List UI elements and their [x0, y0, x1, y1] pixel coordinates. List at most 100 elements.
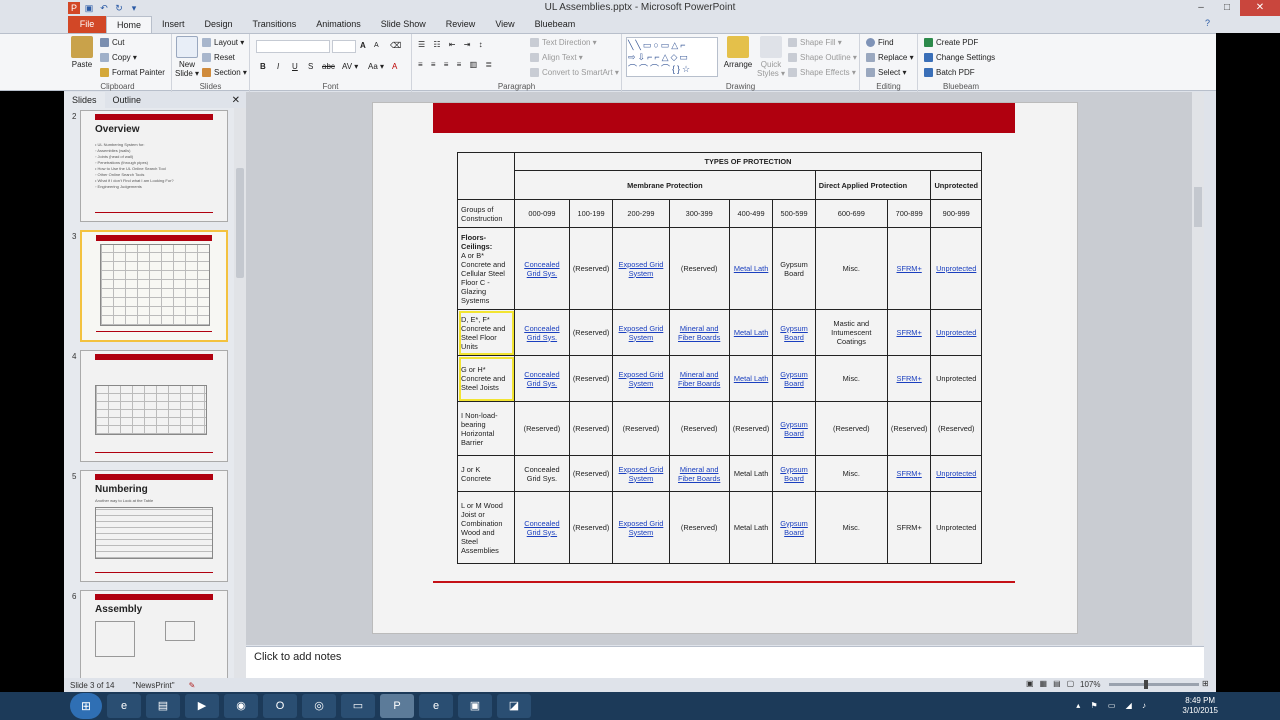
section-button[interactable]: Section ▾ — [202, 68, 247, 78]
internet-explorer-icon[interactable]: e — [107, 694, 141, 718]
table-cell[interactable]: SFRM+ — [886, 227, 932, 310]
tab-design[interactable]: Design — [195, 16, 243, 33]
table-link[interactable]: SFRM+ — [897, 374, 922, 383]
table-cell[interactable]: Concealed Grid Sys. — [514, 227, 570, 310]
table-cell[interactable]: Exposed Grid System — [612, 355, 670, 402]
table-link[interactable]: Metal Lath — [734, 374, 769, 383]
table-cell[interactable]: Gypsum Board — [772, 455, 816, 492]
copy-button[interactable]: Copy ▾ — [100, 53, 137, 63]
shapes-gallery[interactable]: ╲╲▭○▭△⌐ ⇨⇩⌐⌐△◇▭ ⌒⌒⌒⌒{}☆ — [626, 37, 718, 77]
outlook-icon[interactable]: O — [263, 694, 297, 718]
table-link[interactable]: Concealed Grid Sys. — [524, 370, 559, 388]
table-cell[interactable]: Metal Lath — [728, 309, 774, 356]
powerpoint-logo-icon[interactable]: P — [68, 2, 80, 14]
paste-button[interactable]: Paste — [68, 36, 96, 69]
table-cell[interactable]: Exposed Grid System — [612, 227, 670, 310]
undo-icon[interactable]: ↶ — [98, 2, 110, 14]
table-cell[interactable]: Mineral and Fiber Boards — [668, 355, 730, 402]
tab-file[interactable]: File — [68, 16, 106, 33]
layout-button[interactable]: Layout ▾ — [202, 38, 244, 48]
table-link[interactable]: Mineral and Fiber Boards — [678, 465, 720, 483]
help-icon[interactable]: ? — [1205, 18, 1210, 28]
table-cell[interactable]: SFRM+ — [886, 355, 932, 402]
panel-scroll-thumb[interactable] — [236, 168, 244, 278]
notes-pane[interactable]: Click to add notes — [246, 646, 1204, 678]
maximize-button[interactable]: □ — [1214, 0, 1240, 16]
zoom-slider[interactable] — [1109, 683, 1199, 686]
tab-outline[interactable]: Outline — [105, 92, 150, 108]
file-explorer-icon[interactable]: ▤ — [146, 694, 180, 718]
panel-scrollbar[interactable] — [234, 108, 246, 678]
minimize-button[interactable]: – — [1188, 0, 1214, 16]
table-link[interactable]: Concealed Grid Sys. — [524, 324, 559, 342]
table-cell[interactable]: Gypsum Board — [772, 309, 816, 356]
tab-insert[interactable]: Insert — [152, 16, 195, 33]
close-panel-icon[interactable]: ✕ — [232, 95, 240, 106]
clear-formatting-icon[interactable]: ⌫ — [390, 41, 401, 50]
slide-thumbnail[interactable] — [80, 350, 228, 462]
shadow-button[interactable]: S — [308, 62, 313, 71]
reset-button[interactable]: Reset — [202, 53, 235, 63]
table-cell[interactable]: Mineral and Fiber Boards — [668, 309, 730, 356]
change-settings-button[interactable]: Change Settings — [924, 53, 995, 63]
spellcheck-icon[interactable]: ✎ — [189, 681, 196, 690]
change-case-button[interactable]: Aa ▾ — [368, 62, 384, 71]
alignment-icons[interactable]: ≡ ≡ ≡ ≡ ▥ ≣ — [418, 60, 495, 69]
table-link[interactable]: Gypsum Board — [780, 420, 808, 438]
table-link[interactable]: Exposed Grid System — [619, 324, 664, 342]
tab-transitions[interactable]: Transitions — [243, 16, 307, 33]
table-link[interactable]: Unprotected — [936, 469, 976, 478]
table-link[interactable]: Mineral and Fiber Boards — [678, 370, 720, 388]
table-link[interactable]: SFRM+ — [897, 469, 922, 478]
table-cell[interactable]: Gypsum Board — [772, 491, 816, 564]
tab-home[interactable]: Home — [106, 16, 153, 33]
chrome-icon[interactable]: ◎ — [302, 694, 336, 718]
table-link[interactable]: Metal Lath — [734, 264, 769, 273]
table-link[interactable]: Exposed Grid System — [619, 519, 664, 537]
quick-styles-button[interactable]: Quick Styles ▾ — [756, 36, 786, 78]
app-icon[interactable]: ◪ — [497, 694, 531, 718]
table-cell[interactable]: Concealed Grid Sys. — [514, 491, 570, 564]
batch-pdf-button[interactable]: Batch PDF — [924, 68, 975, 78]
slide-thumbnail[interactable]: Overview • UL Numbering System for: ◦ As… — [80, 110, 228, 222]
align-text-button[interactable]: Align Text ▾ — [530, 53, 583, 63]
tab-slide-show[interactable]: Slide Show — [371, 16, 436, 33]
format-painter-button[interactable]: Format Painter — [100, 68, 165, 78]
start-button-icon[interactable]: ⊞ — [70, 693, 102, 719]
slide-scroll-thumb[interactable] — [1194, 187, 1202, 227]
tab-animations[interactable]: Animations — [306, 16, 371, 33]
table-link[interactable]: Concealed Grid Sys. — [524, 519, 559, 537]
table-cell[interactable]: Gypsum Board — [772, 355, 816, 402]
table-link[interactable]: Concealed Grid Sys. — [524, 260, 559, 278]
italic-button[interactable]: I — [277, 62, 279, 71]
close-button[interactable]: ✕ — [1240, 0, 1280, 16]
table-link[interactable]: Metal Lath — [734, 328, 769, 337]
system-tray-icons[interactable]: ▴ ⚑ ▭ ◢ ♪ — [1076, 701, 1150, 710]
app-icon[interactable]: ▣ — [458, 694, 492, 718]
zoom-slider-knob[interactable] — [1144, 680, 1148, 689]
save-icon[interactable]: ▣ — [83, 2, 95, 14]
text-direction-button[interactable]: Text Direction ▾ — [530, 38, 597, 48]
table-link[interactable]: SFRM+ — [897, 328, 922, 337]
customize-qat-icon[interactable]: ▾ — [128, 2, 140, 14]
firefox-icon[interactable]: ◉ — [224, 694, 258, 718]
table-cell[interactable]: SFRM+ — [886, 455, 932, 492]
table-link[interactable]: Exposed Grid System — [619, 260, 664, 278]
slide-thumbnail[interactable]: Numbering Another way to Look at the Tab… — [80, 470, 228, 582]
table-link[interactable]: Unprotected — [936, 328, 976, 337]
powerpoint-taskbar-icon[interactable]: P — [380, 694, 414, 718]
table-cell[interactable]: Unprotected — [930, 309, 982, 356]
underline-button[interactable]: U — [292, 62, 298, 71]
tab-bluebeam[interactable]: Bluebeam — [525, 16, 586, 33]
cut-button[interactable]: Cut — [100, 38, 124, 48]
tab-view[interactable]: View — [485, 16, 524, 33]
shrink-font-button[interactable]: A — [374, 42, 379, 49]
font-size-box[interactable] — [332, 40, 356, 53]
table-link[interactable]: Mineral and Fiber Boards — [678, 324, 720, 342]
shape-effects-button[interactable]: Shape Effects ▾ — [788, 68, 856, 78]
table-cell[interactable]: Exposed Grid System — [612, 491, 670, 564]
ul-types-of-protection-table[interactable]: TYPES OF PROTECTION Membrane Protection … — [457, 152, 982, 564]
table-cell[interactable]: SFRM+ — [886, 309, 932, 356]
new-slide-button[interactable]: New Slide ▾ — [174, 36, 200, 78]
clock[interactable]: 8:49 PM 3/10/2015 — [1182, 696, 1218, 716]
